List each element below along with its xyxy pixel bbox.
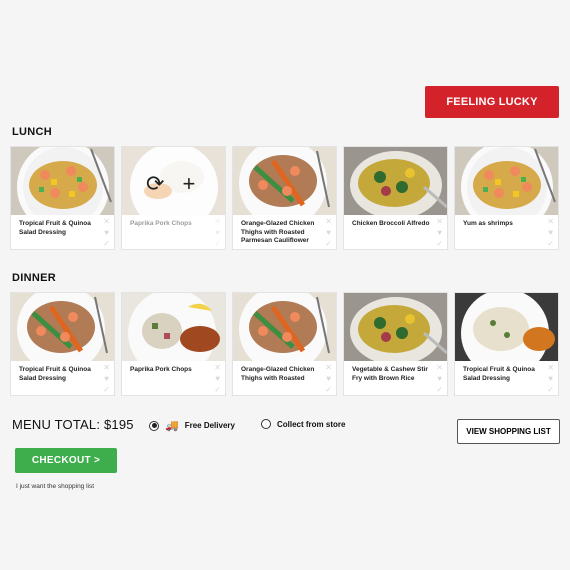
- close-icon[interactable]: ✕: [214, 363, 221, 373]
- radio-selected-dot: [151, 423, 157, 428]
- meal-photo: [455, 293, 558, 361]
- meal-actions: ✕♥✓: [436, 363, 443, 395]
- meal-photo: [344, 147, 447, 215]
- collect-label: Collect from store: [277, 419, 346, 429]
- meal-photo: [11, 147, 114, 215]
- meal-photo: [11, 293, 114, 361]
- dinner-heading: DINNER: [12, 272, 56, 284]
- lunch-meal-card[interactable]: Yum as shrimps ✕ ♥ ✓: [454, 146, 559, 250]
- feeling-lucky-button[interactable]: FEELING LUCKY: [425, 86, 559, 118]
- meal-photo: [233, 293, 336, 361]
- close-icon[interactable]: ✕: [325, 217, 332, 227]
- lunch-meal-card[interactable]: Paprika Pork Chops✕♥✓⟳+: [121, 146, 226, 250]
- delivery-option[interactable]: 🚚 Free Delivery: [149, 419, 235, 432]
- meal-photo: [344, 293, 447, 361]
- dinner-meal-card[interactable]: Vegetable & Cashew Stir Fry with Brown R…: [343, 292, 448, 396]
- delivery-label: Free Delivery: [184, 421, 235, 430]
- check-icon[interactable]: ✓: [436, 385, 443, 395]
- lunch-row: Tropical Fruit & Quinoa Salad Dressing ✕ ♥…: [10, 146, 559, 250]
- plus-icon[interactable]: +: [182, 171, 195, 197]
- lunch-meal-card[interactable]: Chicken Broccoli Alfredo ✕ ♥ ✓: [343, 146, 448, 250]
- lunch-heading: LUNCH: [12, 126, 52, 138]
- meal-name: Tropical Fruit & Quinoa Salad Dressing: [19, 366, 91, 382]
- dinner-meal-card[interactable]: Orange-Glazed Chicken Thighs with Roaste…: [232, 292, 337, 396]
- delivery-radio[interactable]: [149, 420, 159, 431]
- meal-name: Orange-Glazed Chicken Thighs with Roaste…: [241, 366, 315, 382]
- collect-radio[interactable]: [261, 419, 271, 429]
- close-icon[interactable]: ✕: [547, 217, 554, 227]
- meal-photo: [233, 147, 336, 215]
- check-icon[interactable]: ✓: [547, 385, 554, 395]
- meal-photo: [455, 147, 558, 215]
- lunch-meal-card[interactable]: Tropical Fruit & Quinoa Salad Dressing ✕ ♥…: [10, 146, 115, 250]
- check-icon[interactable]: ✓: [547, 239, 554, 249]
- close-icon[interactable]: ✕: [436, 217, 443, 227]
- check-icon[interactable]: ✓: [325, 385, 332, 395]
- heart-icon[interactable]: ♥: [103, 374, 110, 384]
- menu-total: MENU TOTAL: $195: [12, 417, 134, 432]
- meal-name: Paprika Pork Chops: [130, 366, 192, 373]
- close-icon[interactable]: ✕: [547, 363, 554, 373]
- dinner-meal-card[interactable]: Tropical Fruit & Quinoa Salad Dressing ✕ ♥…: [454, 292, 559, 396]
- card-hover-overlay: ⟳ +: [122, 147, 225, 249]
- meal-actions: ✕♥✓: [325, 363, 332, 395]
- heart-icon[interactable]: ♥: [436, 374, 443, 384]
- meal-name: Chicken Broccoli Alfredo: [352, 220, 430, 227]
- heart-icon[interactable]: ♥: [325, 374, 332, 384]
- meal-name: Tropical Fruit & Quinoa Salad Dressing: [463, 366, 535, 382]
- meal-actions: ✕♥✓: [103, 217, 110, 249]
- check-icon[interactable]: ✓: [214, 385, 221, 395]
- dinner-meal-card[interactable]: Paprika Pork Chops ✕ ♥ ✓: [121, 292, 226, 396]
- shopping-list-only-link[interactable]: I just want the shopping list: [16, 483, 94, 490]
- heart-icon[interactable]: ♥: [103, 228, 110, 238]
- meal-name: Yum as shrimps: [463, 220, 513, 227]
- meal-photo: [122, 293, 225, 361]
- check-icon[interactable]: ✓: [436, 239, 443, 249]
- meal-actions: ✕♥✓: [547, 363, 554, 395]
- close-icon[interactable]: ✕: [103, 217, 110, 227]
- meal-actions: ✕♥✓: [547, 217, 554, 249]
- collect-option[interactable]: Collect from store: [261, 419, 345, 429]
- close-icon[interactable]: ✕: [436, 363, 443, 373]
- overlay-actions: ⟳ +: [146, 171, 195, 197]
- meal-actions: ✕♥✓: [325, 217, 332, 249]
- meal-actions: ✕♥✓: [214, 363, 221, 395]
- meal-name: Vegetable & Cashew Stir Fry with Brown R…: [352, 366, 428, 382]
- check-icon[interactable]: ✓: [325, 239, 332, 249]
- meal-actions: ✕♥✓: [103, 363, 110, 395]
- truck-icon: 🚚: [165, 420, 179, 432]
- meal-actions: ✕♥✓: [436, 217, 443, 249]
- close-icon[interactable]: ✕: [103, 363, 110, 373]
- check-icon[interactable]: ✓: [103, 239, 110, 249]
- heart-icon[interactable]: ♥: [325, 228, 332, 238]
- dinner-row: Tropical Fruit & Quinoa Salad Dressing ✕ ♥…: [10, 292, 559, 396]
- lunch-meal-card[interactable]: Orange-Glazed Chicken Thighs with Roaste…: [232, 146, 337, 250]
- checkout-button[interactable]: CHECKOUT >: [15, 448, 117, 473]
- heart-icon[interactable]: ♥: [547, 228, 554, 238]
- refresh-icon[interactable]: ⟳: [146, 171, 164, 197]
- heart-icon[interactable]: ♥: [436, 228, 443, 238]
- view-shopping-list-button[interactable]: VIEW SHOPPING LIST: [457, 419, 560, 444]
- meal-name: Orange-Glazed Chicken Thighs with Roaste…: [241, 220, 315, 244]
- close-icon[interactable]: ✕: [325, 363, 332, 373]
- check-icon[interactable]: ✓: [103, 385, 110, 395]
- top-bar: [0, 0, 570, 8]
- dinner-meal-card[interactable]: Tropical Fruit & Quinoa Salad Dressing ✕ ♥…: [10, 292, 115, 396]
- heart-icon[interactable]: ♥: [547, 374, 554, 384]
- meal-name: Tropical Fruit & Quinoa Salad Dressing: [19, 220, 91, 236]
- heart-icon[interactable]: ♥: [214, 374, 221, 384]
